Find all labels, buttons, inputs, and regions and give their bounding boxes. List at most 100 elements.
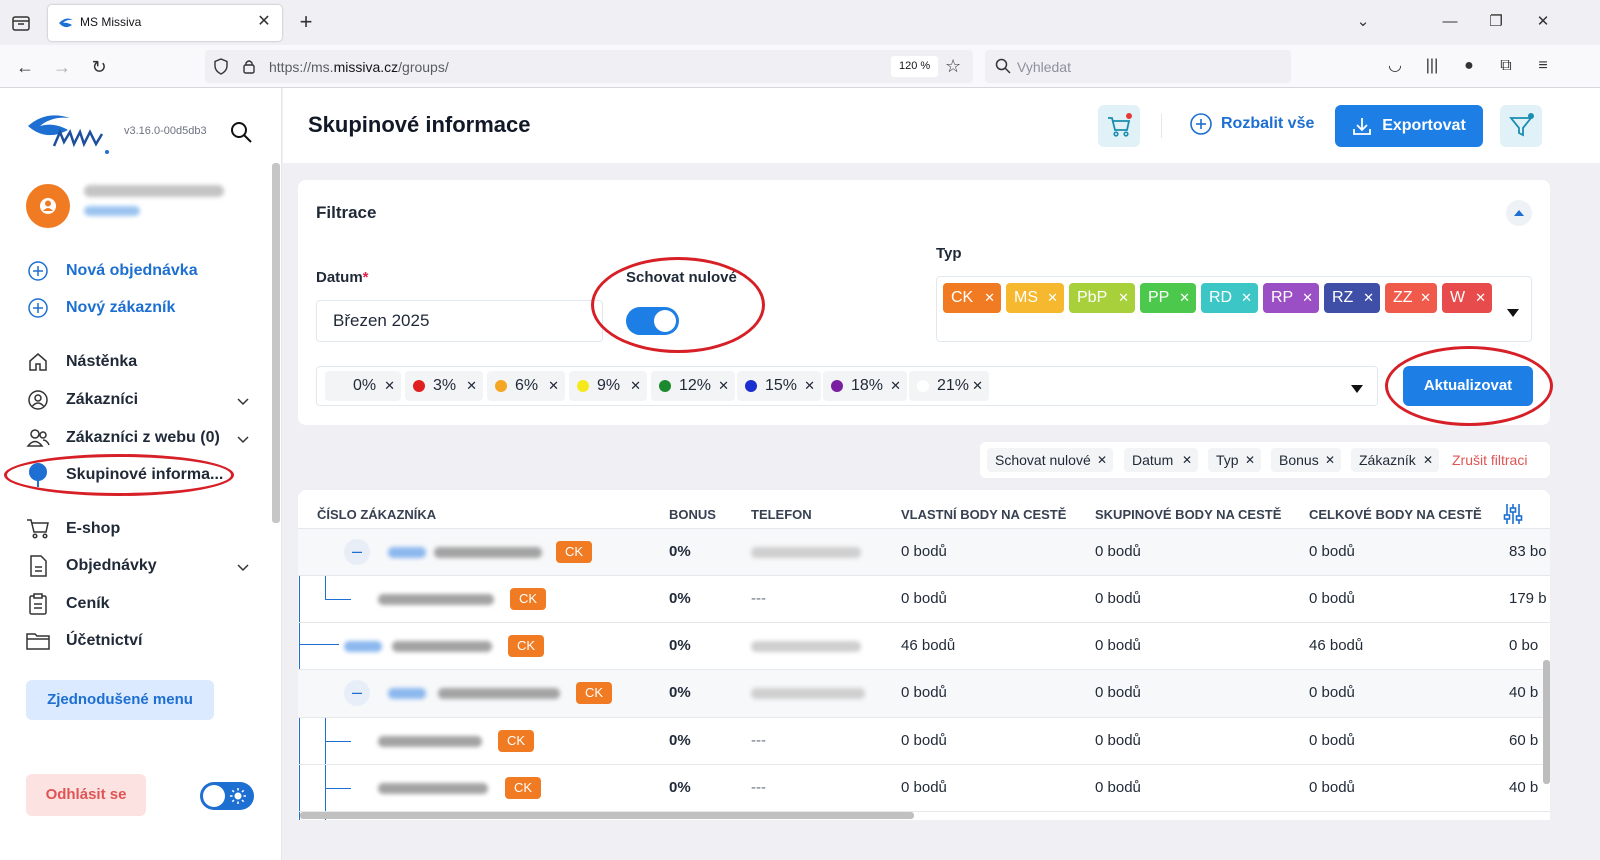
remove-tag-icon[interactable]: ✕ bbox=[804, 371, 815, 401]
hide-zero-toggle[interactable] bbox=[626, 307, 679, 335]
new-customer-button[interactable]: Nový zákazník bbox=[26, 294, 175, 322]
remove-tag-icon[interactable]: ✕ bbox=[466, 371, 477, 401]
vat-multiselect[interactable]: 0% ✕ 3% ✕ 6% ✕ 9% ✕ 12% ✕ 15% ✕ 18% ✕ 21% ✕ bbox=[316, 366, 1378, 406]
new-order-button[interactable]: Nová objednávka bbox=[26, 257, 198, 285]
table-vertical-scrollbar[interactable] bbox=[1543, 660, 1550, 784]
column-header[interactable]: ČÍSLO ZÁKAZNÍKA bbox=[317, 507, 436, 522]
simplified-menu-button[interactable]: Zjednodušené menu bbox=[26, 680, 214, 720]
remove-tag-icon[interactable]: ✕ bbox=[1118, 283, 1129, 313]
pocket-icon[interactable]: ◡ bbox=[1384, 55, 1406, 77]
vat-tag[interactable]: 9% ✕ bbox=[569, 371, 647, 401]
table-row[interactable]: CK 0% --- 0 bodů 0 bodů 0 bodů 179 b bbox=[298, 576, 1550, 623]
forward-icon[interactable]: → bbox=[50, 55, 74, 79]
table-row[interactable]: – CK 0% 0 bodů 0 bodů 0 bodů 83 bo bbox=[298, 528, 1550, 576]
vat-tag[interactable]: 0% ✕ bbox=[325, 371, 401, 401]
expand-all-button[interactable]: Rozbalit vše bbox=[1189, 112, 1314, 136]
type-tag-zz[interactable]: ZZ ✕ bbox=[1385, 283, 1437, 313]
vat-tag[interactable]: 3% ✕ bbox=[405, 371, 483, 401]
sidebar-item-group-info[interactable]: Skupinové informa... bbox=[26, 461, 223, 489]
type-tag-pbp[interactable]: PbP ✕ bbox=[1069, 283, 1135, 313]
vat-tag[interactable]: 6% ✕ bbox=[487, 371, 565, 401]
chevron-down-icon[interactable] bbox=[236, 394, 250, 408]
column-header[interactable]: CELKOVÉ BODY NA CESTĚ bbox=[1309, 507, 1482, 522]
remove-tag-icon[interactable]: ✕ bbox=[1302, 283, 1313, 313]
remove-tag-icon[interactable]: ✕ bbox=[548, 371, 559, 401]
remove-tag-icon[interactable]: ✕ bbox=[984, 283, 995, 313]
sidebar-item-customers[interactable]: Zákazníci bbox=[26, 386, 138, 414]
active-filter-chip[interactable]: Datum ✕ bbox=[1124, 448, 1198, 472]
type-tag-pp[interactable]: PP ✕ bbox=[1140, 283, 1196, 313]
table-row[interactable]: – CK 0% 0 bodů 0 bodů 0 bodů 40 b bbox=[298, 670, 1550, 718]
reset-filters-link[interactable]: Zrušit filtraci bbox=[1452, 452, 1527, 468]
chevron-down-icon[interactable] bbox=[236, 432, 250, 446]
remove-tag-icon[interactable]: ✕ bbox=[384, 371, 395, 401]
remove-tag-icon[interactable]: ✕ bbox=[972, 371, 983, 401]
table-row[interactable]: CK 0% --- 0 bodů 0 bodů 0 bodů 60 b bbox=[298, 718, 1550, 765]
remove-filter-icon[interactable]: ✕ bbox=[1097, 448, 1107, 472]
sidebar-item-accounting[interactable]: Účetnictví bbox=[26, 627, 142, 655]
vat-tag[interactable]: 21% ✕ bbox=[909, 371, 989, 401]
shield-icon[interactable] bbox=[213, 58, 229, 75]
table-horizontal-scrollbar[interactable] bbox=[300, 812, 914, 819]
remove-tag-icon[interactable]: ✕ bbox=[1475, 283, 1486, 313]
browser-search-bar[interactable]: Vyhledat bbox=[985, 50, 1291, 83]
tab-list-icon[interactable] bbox=[10, 12, 32, 34]
sidebar-item-orders[interactable]: Objednávky bbox=[26, 552, 157, 580]
type-multiselect[interactable]: CK ✕ MS ✕ PbP ✕ PP ✕ RD ✕ RP ✕ RZ ✕ ZZ ✕ W ✕ bbox=[936, 276, 1532, 342]
type-tag-rp[interactable]: RP ✕ bbox=[1263, 283, 1319, 313]
table-row[interactable]: CK 0% --- 0 bodů 0 bodů 0 bodů 40 b bbox=[298, 765, 1550, 812]
column-header[interactable]: TELEFON bbox=[751, 507, 812, 522]
missiva-logo[interactable] bbox=[24, 108, 114, 156]
type-tag-w[interactable]: W ✕ bbox=[1442, 283, 1492, 313]
remove-tag-icon[interactable]: ✕ bbox=[1179, 283, 1190, 313]
remove-filter-icon[interactable]: ✕ bbox=[1325, 448, 1335, 472]
minimize-icon[interactable]: — bbox=[1440, 12, 1460, 32]
restore-icon[interactable]: ❐ bbox=[1486, 12, 1506, 32]
library-icon[interactable]: ||| bbox=[1421, 55, 1443, 77]
type-tag-ms[interactable]: MS ✕ bbox=[1006, 283, 1064, 313]
chevron-down-icon[interactable] bbox=[236, 560, 250, 574]
column-header[interactable]: SKUPINOVÉ BODY NA CESTĚ bbox=[1095, 507, 1281, 522]
active-filter-chip[interactable]: Typ ✕ bbox=[1208, 448, 1261, 472]
type-tag-ck[interactable]: CK ✕ bbox=[943, 283, 1001, 313]
search-icon[interactable] bbox=[230, 121, 252, 143]
remove-filter-icon[interactable]: ✕ bbox=[1182, 448, 1192, 472]
tab-overflow-chevron-icon[interactable]: ⌄ bbox=[1353, 12, 1373, 32]
column-header[interactable]: BONUS bbox=[669, 507, 716, 522]
caret-down-icon[interactable] bbox=[1351, 381, 1363, 393]
collapse-row-button[interactable]: – bbox=[344, 539, 370, 565]
menu-icon[interactable]: ≡ bbox=[1532, 55, 1554, 77]
sidebar-item-eshop[interactable]: E-shop bbox=[26, 515, 120, 543]
cart-button[interactable] bbox=[1098, 105, 1140, 147]
date-picker-input[interactable]: Březen 2025 bbox=[316, 300, 603, 342]
remove-tag-icon[interactable]: ✕ bbox=[1420, 283, 1431, 313]
remove-filter-icon[interactable]: ✕ bbox=[1423, 448, 1433, 472]
type-tag-rd[interactable]: RD ✕ bbox=[1201, 283, 1258, 313]
active-filter-chip[interactable]: Schovat nulové ✕ bbox=[987, 448, 1113, 472]
remove-tag-icon[interactable]: ✕ bbox=[1363, 283, 1374, 313]
collapse-row-button[interactable]: – bbox=[344, 680, 370, 706]
browser-tab[interactable]: MS Missiva ✕ bbox=[48, 5, 282, 41]
update-button[interactable]: Aktualizovat bbox=[1403, 366, 1533, 406]
type-tag-rz[interactable]: RZ ✕ bbox=[1324, 283, 1380, 313]
logout-button[interactable]: Odhlásit se bbox=[26, 774, 146, 816]
active-filter-chip[interactable]: Zákazník ✕ bbox=[1351, 448, 1439, 472]
lock-icon[interactable] bbox=[241, 58, 257, 75]
theme-toggle[interactable] bbox=[200, 782, 254, 810]
sidebar-item-web-customers[interactable]: Zákazníci z webu (0) bbox=[26, 424, 220, 452]
filter-button[interactable] bbox=[1500, 105, 1542, 147]
new-tab-icon[interactable]: + bbox=[294, 10, 318, 34]
caret-down-icon[interactable] bbox=[1507, 305, 1519, 317]
url-bar[interactable]: https://ms.missiva.cz/groups/ 120 % ☆ bbox=[205, 50, 973, 83]
remove-tag-icon[interactable]: ✕ bbox=[1241, 283, 1252, 313]
back-icon[interactable]: ← bbox=[13, 55, 37, 79]
avatar[interactable] bbox=[26, 184, 70, 228]
profile-icon[interactable]: ● bbox=[1458, 55, 1480, 77]
bookmark-star-icon[interactable]: ☆ bbox=[945, 56, 961, 77]
sidebar-scrollbar[interactable] bbox=[272, 163, 280, 523]
collapse-button[interactable] bbox=[1506, 200, 1532, 226]
remove-tag-icon[interactable]: ✕ bbox=[890, 371, 901, 401]
sidebar-item-pricelist[interactable]: Ceník bbox=[26, 590, 110, 618]
vat-tag[interactable]: 15% ✕ bbox=[737, 371, 821, 401]
table-row[interactable]: CK 0% 46 bodů 0 bodů 46 bodů 0 bo bbox=[298, 623, 1550, 670]
